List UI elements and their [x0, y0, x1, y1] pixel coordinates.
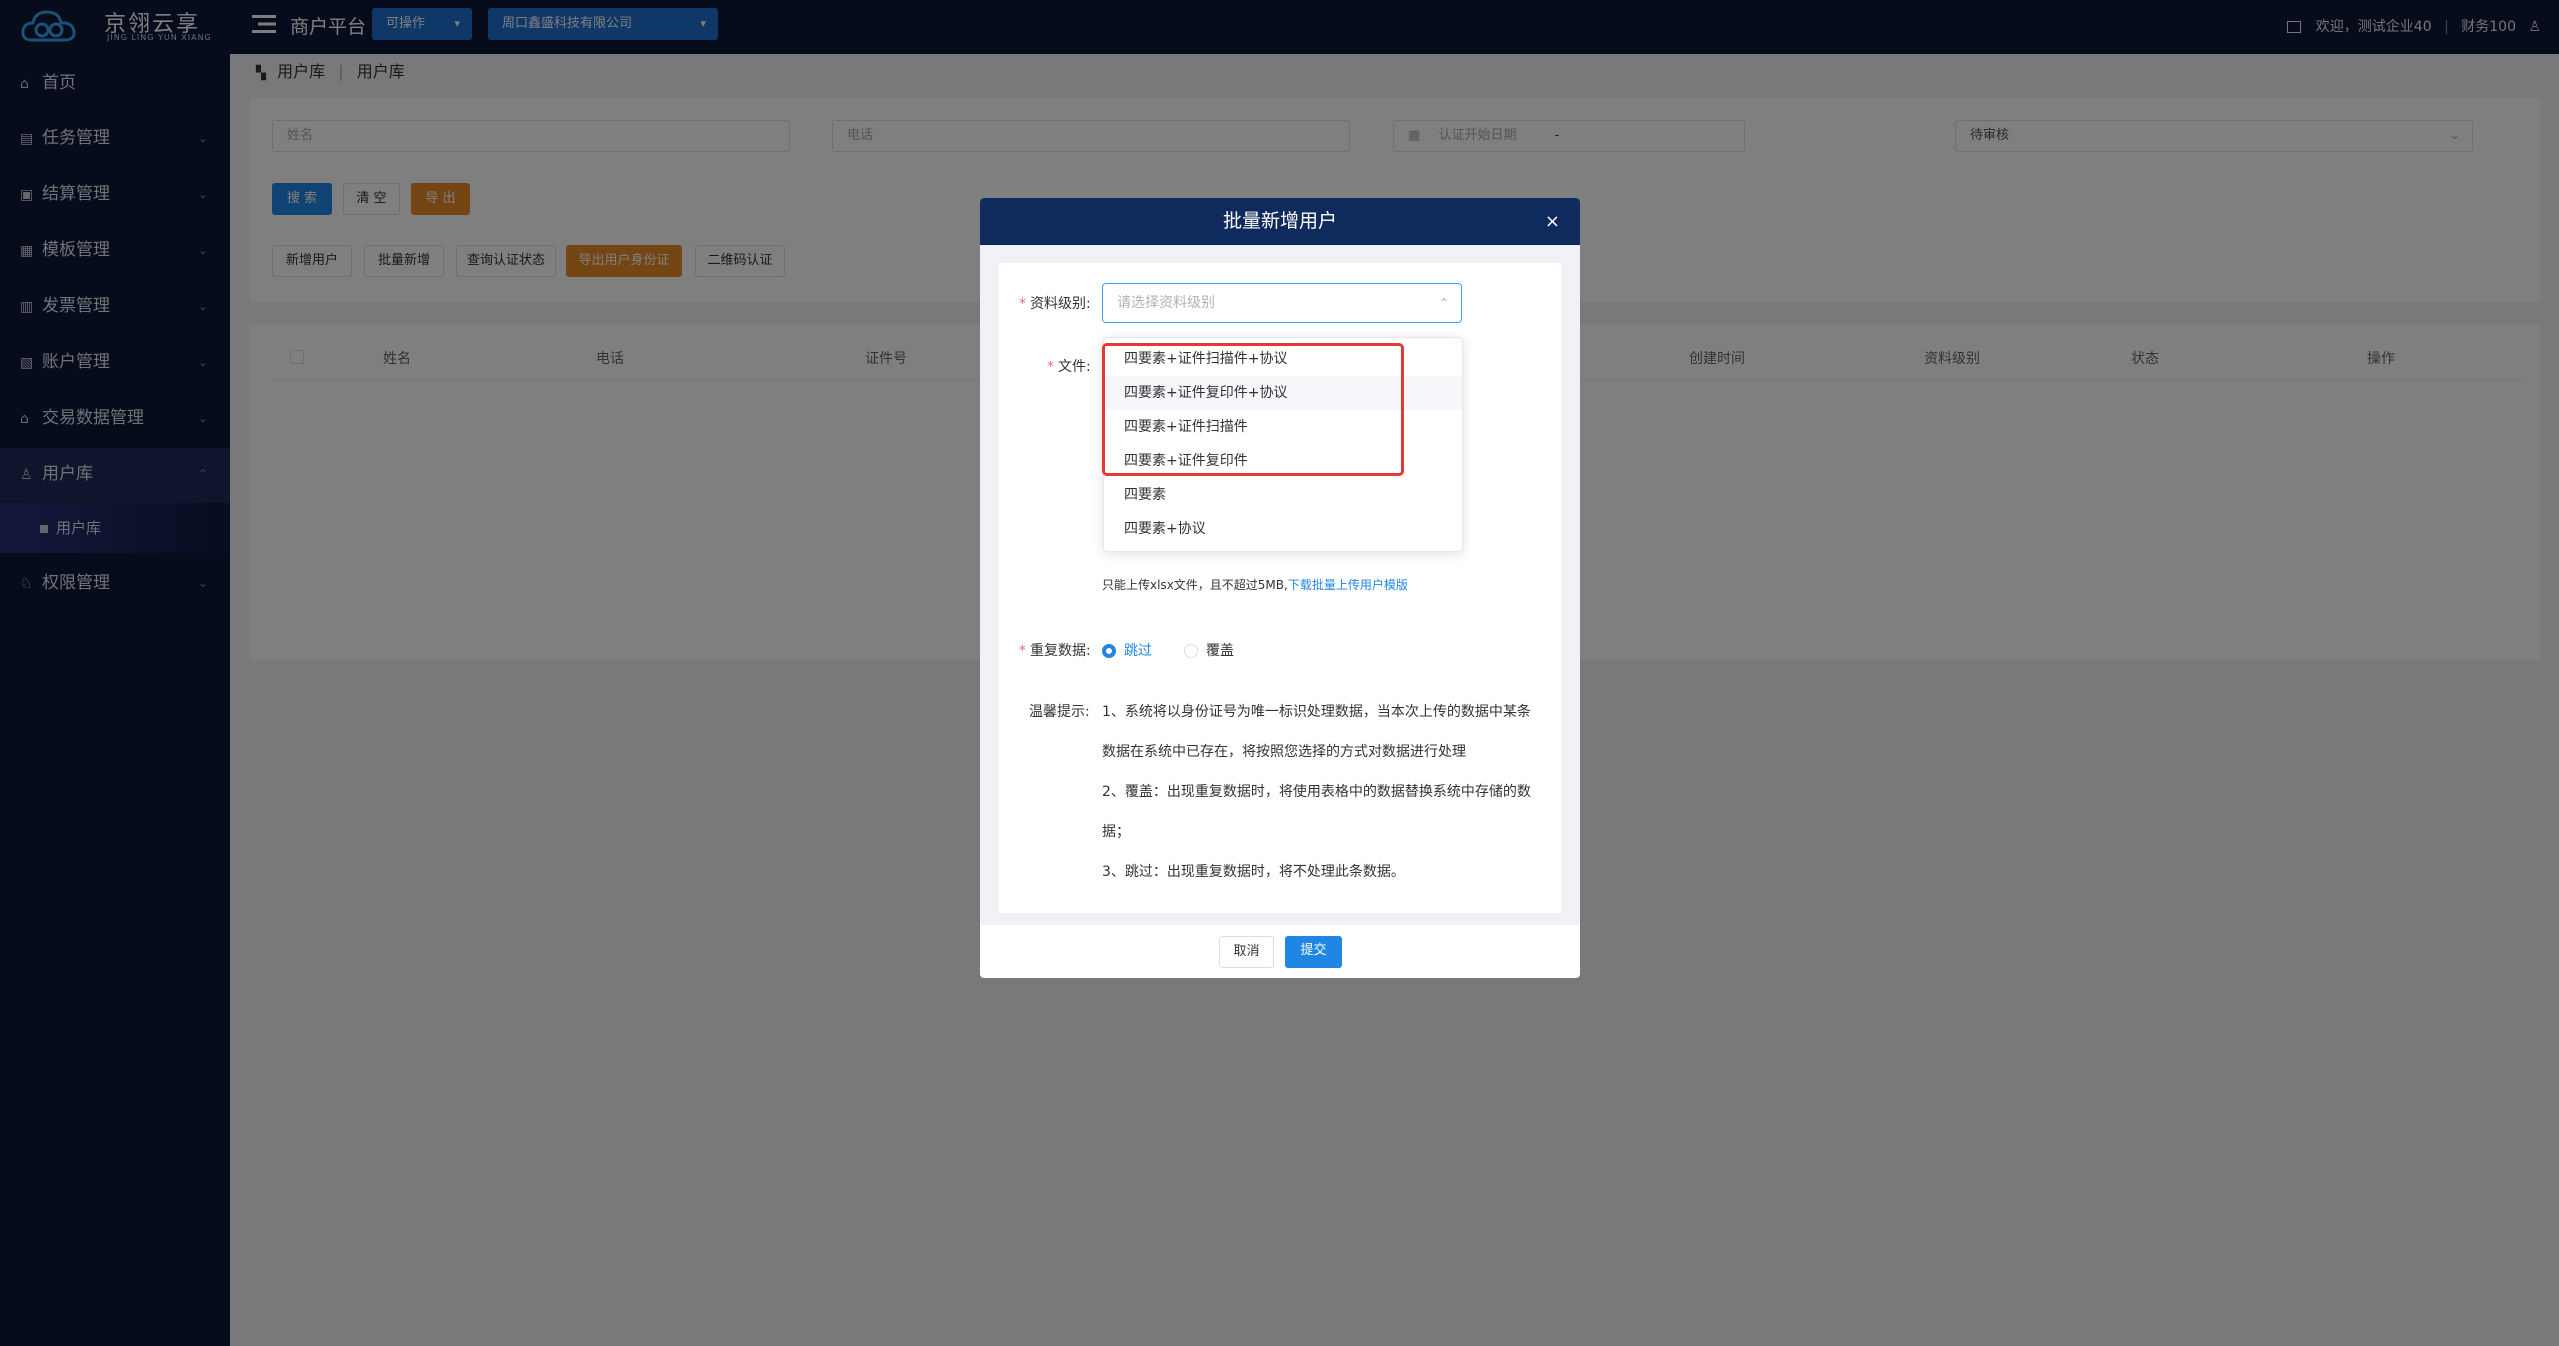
level-select[interactable]: 请选择资料级别 ⌃: [1102, 283, 1462, 323]
submit-button[interactable]: 提交: [1285, 936, 1342, 968]
batch-add-modal: 批量新增用户 × * 资料级别: 请选择资料级别 ⌃ * 文件: 只能上传xlsx文…: [980, 198, 1580, 978]
overwrite-radio-label: 覆盖: [1206, 643, 1234, 659]
upload-hint-text: 只能上传xlsx文件，且不超过5MB,: [1102, 578, 1288, 592]
cancel-button[interactable]: 取消: [1219, 936, 1274, 968]
overwrite-radio[interactable]: 覆盖: [1184, 640, 1234, 660]
dropdown-option[interactable]: 四要素+协议: [1104, 512, 1462, 546]
download-template-link[interactable]: 下载批量上传用户模版: [1288, 578, 1408, 592]
highlight-annotation: [1102, 343, 1404, 476]
dropdown-option[interactable]: 四要素: [1104, 478, 1462, 512]
tip-line: 3、跳过：出现重复数据时，将不处理此条数据。: [1102, 864, 1405, 880]
level-label-text: 资料级别:: [1030, 296, 1091, 312]
tip-line: 据；: [1102, 824, 1130, 840]
tip-line: 2、覆盖：出现重复数据时，将使用表格中的数据替换系统中存储的数: [1102, 784, 1531, 800]
file-label: * 文件:: [1047, 359, 1091, 375]
duplicate-label: * 重复数据:: [1019, 643, 1091, 659]
skip-radio-label: 跳过: [1124, 643, 1152, 659]
radio-checked-icon: [1102, 644, 1116, 658]
tip-line: 1、系统将以身份证号为唯一标识处理数据，当本次上传的数据中某条: [1102, 704, 1531, 720]
level-placeholder: 请选择资料级别: [1117, 295, 1215, 311]
chevron-up-icon: ⌃: [1438, 296, 1449, 310]
tip-line: 数据在系统中已存在，将按照您选择的方式对数据进行处理: [1102, 744, 1466, 760]
modal-header: 批量新增用户 ×: [980, 198, 1580, 245]
tip-label: 温馨提示:: [1029, 704, 1090, 720]
modal-title: 批量新增用户: [1222, 210, 1337, 232]
level-label: * 资料级别:: [1019, 296, 1091, 312]
radio-unchecked-icon: [1184, 644, 1198, 658]
duplicate-label-text: 重复数据:: [1030, 643, 1091, 659]
close-icon[interactable]: ×: [1545, 211, 1560, 232]
upload-hint: 只能上传xlsx文件，且不超过5MB,下载批量上传用户模版: [1102, 576, 1408, 593]
file-label-text: 文件:: [1058, 359, 1091, 375]
skip-radio[interactable]: 跳过: [1102, 640, 1152, 660]
